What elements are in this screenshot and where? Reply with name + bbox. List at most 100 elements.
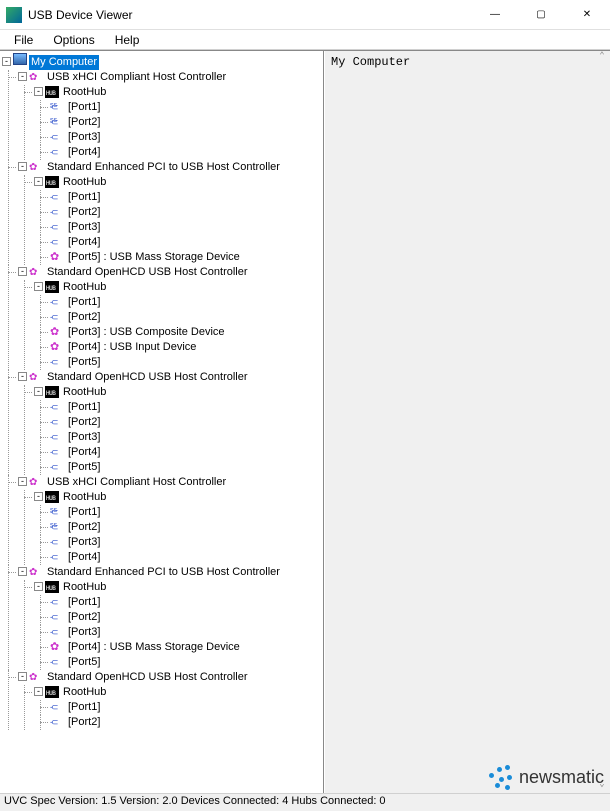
controller-node[interactable]: Standard OpenHCD USB Host Controller [45,265,250,280]
controller-node[interactable]: Standard OpenHCD USB Host Controller [45,370,250,385]
controller-node[interactable]: USB xHCI Compliant Host Controller [45,475,228,490]
watermark-text: newsmatic [519,767,604,788]
port-node[interactable]: [Port2] [66,715,102,730]
port-node[interactable]: [Port1] [66,595,102,610]
scroll-up-icon[interactable]: ⌃ [599,51,604,65]
detail-scrollbar[interactable]: ⌃ ⌄ [594,51,610,793]
minimize-button[interactable]: — [472,0,518,30]
port-node[interactable]: [Port2] [66,205,102,220]
port-node[interactable]: [Port1] [66,190,102,205]
tree-pane[interactable]: -My Computer-USB xHCI Compliant Host Con… [0,51,324,793]
expand-toggle[interactable]: - [18,567,27,576]
port-node[interactable]: [Port2] [66,115,102,130]
expand-toggle[interactable]: - [18,477,27,486]
usb-port-icon [50,310,64,322]
port-node[interactable]: [Port1] [66,400,102,415]
hub-node[interactable]: RootHub [61,175,108,190]
port-node[interactable]: [Port3] [66,535,102,550]
usb-port-icon [50,715,64,727]
hub-node[interactable]: RootHub [61,85,108,100]
hub-node[interactable]: RootHub [61,580,108,595]
hub-icon [45,176,59,188]
usb-port-icon [50,700,64,712]
hub-node[interactable]: RootHub [61,685,108,700]
controller-icon [29,370,43,382]
menu-file[interactable]: File [4,31,43,49]
maximize-button[interactable]: ▢ [518,0,564,30]
hub-icon [45,581,59,593]
usb-port-icon [50,130,64,142]
port-node[interactable]: [Port3] [66,625,102,640]
watermark-icon [487,763,515,791]
port-node[interactable]: [Port5] [66,460,102,475]
usb-port-icon [50,550,64,562]
usb-port-icon [50,220,64,232]
controller-node[interactable]: Standard OpenHCD USB Host Controller [45,670,250,685]
usb-port-icon [50,535,64,547]
usb-ss-port-icon [50,100,64,112]
titlebar[interactable]: USB Device Viewer — ▢ ✕ [0,0,610,30]
hub-icon [45,86,59,98]
port-node[interactable]: [Port4] [66,145,102,160]
expand-toggle[interactable]: - [18,672,27,681]
close-button[interactable]: ✕ [564,0,610,30]
expand-toggle[interactable]: - [2,57,11,66]
port-node[interactable]: [Port3] : USB Composite Device [66,325,227,340]
port-node[interactable]: [Port4] : USB Input Device [66,340,198,355]
port-node[interactable]: [Port4] [66,550,102,565]
menu-options[interactable]: Options [43,31,104,49]
port-node[interactable]: [Port1] [66,700,102,715]
controller-node[interactable]: USB xHCI Compliant Host Controller [45,70,228,85]
port-node[interactable]: [Port5] [66,355,102,370]
port-node[interactable]: [Port1] [66,100,102,115]
statusbar: UVC Spec Version: 1.5 Version: 2.0 Devic… [0,793,610,811]
controller-node[interactable]: Standard Enhanced PCI to USB Host Contro… [45,565,282,580]
expand-toggle[interactable]: - [34,582,43,591]
watermark: newsmatic [487,763,604,791]
controller-icon [29,475,43,487]
expand-toggle[interactable]: - [34,687,43,696]
tree-root-node[interactable]: My Computer [29,55,99,70]
port-node[interactable]: [Port5] [66,655,102,670]
usb-port-icon [50,295,64,307]
expand-toggle[interactable]: - [18,162,27,171]
device-icon [50,640,64,652]
port-node[interactable]: [Port4] : USB Mass Storage Device [66,640,242,655]
expand-toggle[interactable]: - [18,372,27,381]
expand-toggle[interactable]: - [34,177,43,186]
expand-toggle[interactable]: - [34,282,43,291]
port-node[interactable]: [Port3] [66,130,102,145]
expand-toggle[interactable]: - [34,492,43,501]
port-node[interactable]: [Port1] [66,505,102,520]
controller-icon [29,70,43,82]
port-node[interactable]: [Port1] [66,295,102,310]
port-node[interactable]: [Port3] [66,430,102,445]
usb-port-icon [50,430,64,442]
menu-help[interactable]: Help [105,31,150,49]
controller-icon [29,265,43,277]
hub-node[interactable]: RootHub [61,385,108,400]
device-icon [50,325,64,337]
port-node[interactable]: [Port4] [66,445,102,460]
usb-ss-port-icon [50,505,64,517]
expand-toggle[interactable]: - [18,267,27,276]
port-node[interactable]: [Port2] [66,610,102,625]
port-node[interactable]: [Port2] [66,415,102,430]
port-node[interactable]: [Port4] [66,235,102,250]
hub-node[interactable]: RootHub [61,280,108,295]
detail-pane: My Computer ⌃ ⌄ [324,51,610,793]
hub-node[interactable]: RootHub [61,490,108,505]
controller-node[interactable]: Standard Enhanced PCI to USB Host Contro… [45,160,282,175]
hub-icon [45,386,59,398]
port-node[interactable]: [Port5] : USB Mass Storage Device [66,250,242,265]
usb-port-icon [50,610,64,622]
expand-toggle[interactable]: - [34,87,43,96]
port-node[interactable]: [Port2] [66,310,102,325]
device-icon [50,340,64,352]
port-node[interactable]: [Port3] [66,220,102,235]
usb-port-icon [50,235,64,247]
expand-toggle[interactable]: - [34,387,43,396]
expand-toggle[interactable]: - [18,72,27,81]
usb-port-icon [50,400,64,412]
port-node[interactable]: [Port2] [66,520,102,535]
